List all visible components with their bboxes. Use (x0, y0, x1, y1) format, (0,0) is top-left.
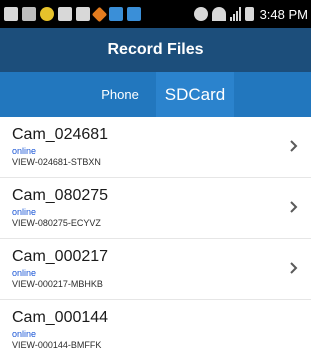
blue-app-icon (109, 7, 123, 21)
alarm-icon (193, 7, 208, 21)
storage-tabs: Phone SDCard (0, 72, 311, 117)
camera-name: Cam_024681 (12, 126, 109, 143)
camera-view-id: VIEW-080275-ECYVZ (12, 218, 101, 228)
chevron-right-icon (290, 262, 298, 274)
usb-icon (22, 7, 36, 21)
camera-status: online (12, 207, 37, 217)
chevron-right-icon (290, 140, 298, 152)
page-title: Record Files (107, 41, 204, 58)
camera-name: Cam_000217 (12, 248, 109, 265)
title-bar: Record Files (0, 28, 311, 72)
camera-list-item[interactable]: Cam_000144 online VIEW-000144-BMFFK (0, 300, 311, 360)
picture-icon (58, 7, 72, 21)
camera-status: online (12, 268, 37, 278)
camera-status: online (12, 146, 37, 156)
camera-name: Cam_000144 (12, 309, 109, 326)
battery-icon (244, 7, 254, 21)
camera-view-id: VIEW-000144-BMFFK (12, 340, 102, 350)
diamond-app-icon (91, 6, 108, 22)
camera-view-id: VIEW-000217-MBHKB (12, 279, 103, 289)
wifi-icon (211, 7, 226, 21)
blue-app-icon-2 (127, 7, 141, 21)
camera-list: Cam_024681 online VIEW-024681-STBXN Cam_… (0, 117, 311, 360)
tab-sdcard[interactable]: SDCard (156, 72, 234, 117)
camera-status: online (12, 329, 37, 339)
notification-icons (4, 5, 141, 23)
camera-view-id: VIEW-024681-STBXN (12, 157, 101, 167)
back-icon (4, 7, 18, 21)
camera-list-item[interactable]: Cam_080275 online VIEW-080275-ECYVZ (0, 178, 311, 239)
system-icons: 3:48 PM (193, 5, 308, 23)
chevron-right-icon (290, 201, 298, 213)
camera-list-item[interactable]: Cam_000217 online VIEW-000217-MBHKB (0, 239, 311, 300)
app-icon (40, 7, 54, 21)
status-bar: 3:48 PM (0, 0, 311, 28)
camera-list-item[interactable]: Cam_024681 online VIEW-024681-STBXN (0, 117, 311, 178)
clock: 3:48 PM (259, 6, 308, 22)
camera-name: Cam_080275 (12, 187, 109, 204)
gallery-icon (76, 7, 90, 21)
signal-icon (229, 7, 241, 21)
tab-phone[interactable]: Phone (84, 72, 156, 117)
